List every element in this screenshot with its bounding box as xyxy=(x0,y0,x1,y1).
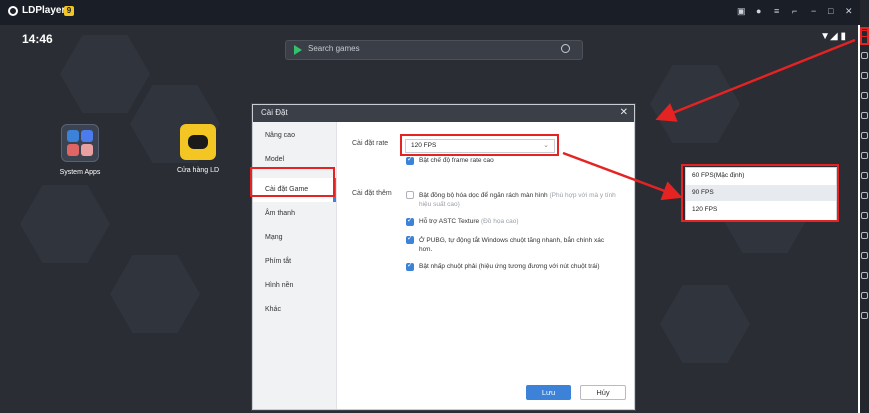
arrow-to-dropdown xyxy=(562,151,683,201)
annotation-arrows xyxy=(562,38,856,201)
ldplayer-window: LDPlayer 9 ▣ ● ≡ ⌐ − □ ✕ 14:46 ▼◢ ▮ Sear… xyxy=(0,0,869,413)
arrow-to-dialog xyxy=(655,38,856,122)
